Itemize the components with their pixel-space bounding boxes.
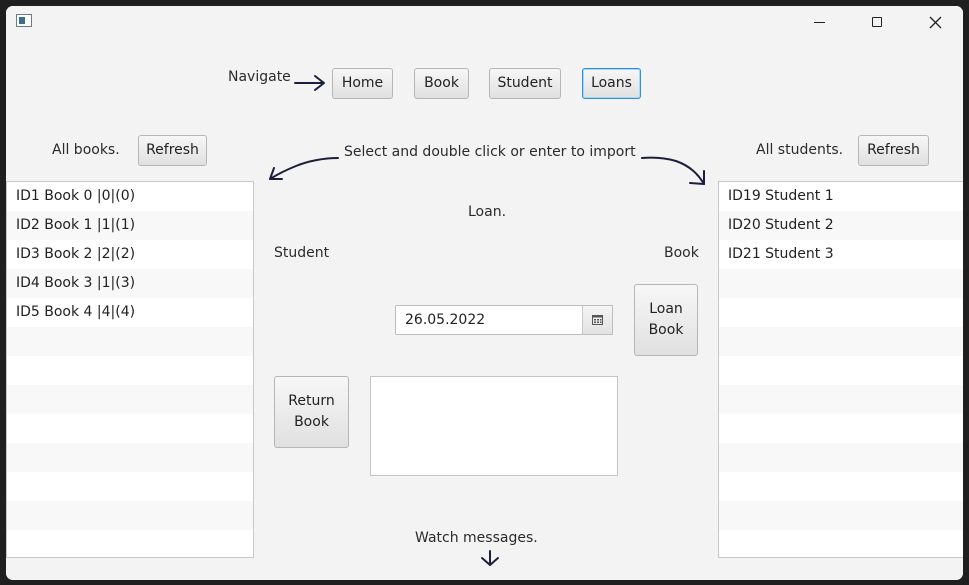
empty-list-row xyxy=(7,385,253,414)
student-list-item[interactable]: ID21 Student 3 xyxy=(719,240,963,269)
watch-messages-label: Watch messages. xyxy=(415,530,538,546)
books-list[interactable]: ID1 Book 0 |0|(0) ID2 Book 1 |1|(1) ID3 … xyxy=(6,181,254,558)
return-book-label-line1: Return xyxy=(288,393,335,409)
arrow-down-icon xyxy=(481,550,499,566)
empty-list-row xyxy=(7,501,253,530)
empty-list-row xyxy=(7,472,253,501)
loan-book-label-line2: Book xyxy=(648,322,684,338)
empty-list-row xyxy=(719,385,963,414)
empty-list-row xyxy=(7,356,253,385)
return-book-button[interactable]: Return Book xyxy=(274,376,349,448)
return-book-label-line2: Book xyxy=(294,414,329,430)
nav-book-button[interactable]: Book xyxy=(414,68,469,99)
instruction-label: Select and double click or enter to impo… xyxy=(344,144,636,160)
empty-list-row xyxy=(7,530,253,557)
books-refresh-button[interactable]: Refresh xyxy=(138,135,207,166)
maximize-button[interactable] xyxy=(854,6,900,38)
all-students-label: All students. xyxy=(756,142,844,158)
nav-student-button[interactable]: Student xyxy=(489,68,561,99)
empty-list-row xyxy=(7,443,253,472)
main-content: Navigate Home Book Student Loans All boo… xyxy=(6,40,963,580)
empty-list-row xyxy=(719,356,963,385)
all-books-label: All books. xyxy=(52,142,120,158)
minimize-button[interactable] xyxy=(796,6,842,38)
arrow-right-down-icon xyxy=(641,156,705,185)
student-list-item[interactable]: ID20 Student 2 xyxy=(719,211,963,240)
empty-list-row xyxy=(719,530,963,557)
minimize-icon xyxy=(813,21,825,23)
book-list-item[interactable]: ID5 Book 4 |4|(4) xyxy=(7,298,253,327)
empty-list-row xyxy=(7,327,253,356)
student-label: Student xyxy=(274,245,330,261)
loan-heading: Loan. xyxy=(468,204,507,220)
empty-list-row xyxy=(719,472,963,501)
empty-list-row xyxy=(719,269,963,298)
navigate-label: Navigate xyxy=(228,69,291,85)
book-list-item[interactable]: ID3 Book 2 |2|(2) xyxy=(7,240,253,269)
empty-list-row xyxy=(719,501,963,530)
navigate-arrow-icon xyxy=(294,75,325,91)
app-icon xyxy=(16,14,32,27)
app-window: Navigate Home Book Student Loans All boo… xyxy=(6,6,963,580)
book-list-item[interactable]: ID2 Book 1 |1|(1) xyxy=(7,211,253,240)
nav-home-button[interactable]: Home xyxy=(332,68,393,99)
loan-book-label-line1: Loan xyxy=(649,301,683,317)
book-list-item[interactable]: ID4 Book 3 |1|(3) xyxy=(7,269,253,298)
empty-list-row xyxy=(719,443,963,472)
empty-list-row xyxy=(719,327,963,356)
student-list-item[interactable]: ID19 Student 1 xyxy=(719,182,963,211)
loan-book-button[interactable]: Loan Book xyxy=(634,284,698,356)
empty-list-row xyxy=(719,414,963,443)
nav-loans-button[interactable]: Loans xyxy=(582,68,641,99)
empty-list-row xyxy=(719,298,963,327)
title-bar xyxy=(6,6,963,40)
loan-date-field[interactable]: 26.05.2022 xyxy=(395,305,583,335)
close-button[interactable] xyxy=(912,6,958,38)
students-refresh-button[interactable]: Refresh xyxy=(858,135,929,166)
maximize-icon xyxy=(872,17,882,27)
calendar-icon xyxy=(592,315,603,325)
date-picker-button[interactable] xyxy=(582,305,613,335)
messages-area xyxy=(370,376,618,476)
students-list[interactable]: ID19 Student 1 ID20 Student 2 ID21 Stude… xyxy=(718,181,963,558)
arrow-left-down-icon xyxy=(269,157,339,180)
book-label: Book xyxy=(664,245,699,261)
close-icon xyxy=(929,16,941,28)
empty-list-row xyxy=(7,414,253,443)
book-list-item[interactable]: ID1 Book 0 |0|(0) xyxy=(7,182,253,211)
